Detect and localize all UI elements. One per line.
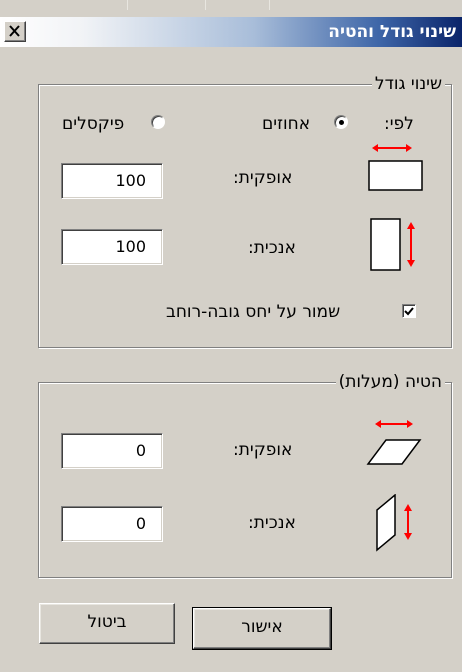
resize-vertical-input[interactable]: 100: [61, 229, 163, 265]
top-strip: [0, 0, 462, 17]
skew-vertical-label: אנכית:: [248, 513, 296, 533]
resize-legend: שינוי גודל: [371, 74, 445, 94]
check-icon: [404, 307, 414, 316]
horizontal-stretch-icon: [368, 144, 423, 191]
ok-button[interactable]: אישור: [192, 607, 332, 650]
window-title: שינוי גודל והטיה: [328, 22, 456, 42]
keep-ratio-checkbox[interactable]: [402, 304, 416, 318]
skew-legend: הטיה (מעלות): [335, 372, 445, 392]
cancel-button[interactable]: ביטול: [39, 603, 175, 644]
close-button[interactable]: [4, 21, 26, 42]
resize-horizontal-input[interactable]: 100: [61, 163, 163, 199]
radio-percent[interactable]: [334, 115, 348, 129]
skew-horizontal-label: אופקית:: [233, 440, 293, 460]
radio-percent-label[interactable]: אחוזים: [262, 114, 310, 134]
horizontal-skew-icon: [366, 420, 422, 465]
vertical-skew-icon: [376, 494, 412, 552]
resize-vertical-label: אנכית:: [248, 238, 296, 258]
radio-pixels[interactable]: [151, 115, 165, 129]
skew-vertical-input[interactable]: 0: [61, 506, 163, 542]
vertical-stretch-icon: [370, 218, 415, 271]
title-bar: שינוי גודל והטיה: [0, 17, 462, 47]
close-icon: [9, 25, 20, 37]
resize-by-label: לפי:: [384, 114, 414, 134]
resize-horizontal-label: אופקית:: [233, 168, 293, 188]
radio-pixels-label[interactable]: פיקסלים: [62, 114, 124, 134]
keep-ratio-label[interactable]: שמור על יחס גובה-רוחב: [166, 302, 340, 322]
skew-horizontal-input[interactable]: 0: [61, 433, 163, 469]
